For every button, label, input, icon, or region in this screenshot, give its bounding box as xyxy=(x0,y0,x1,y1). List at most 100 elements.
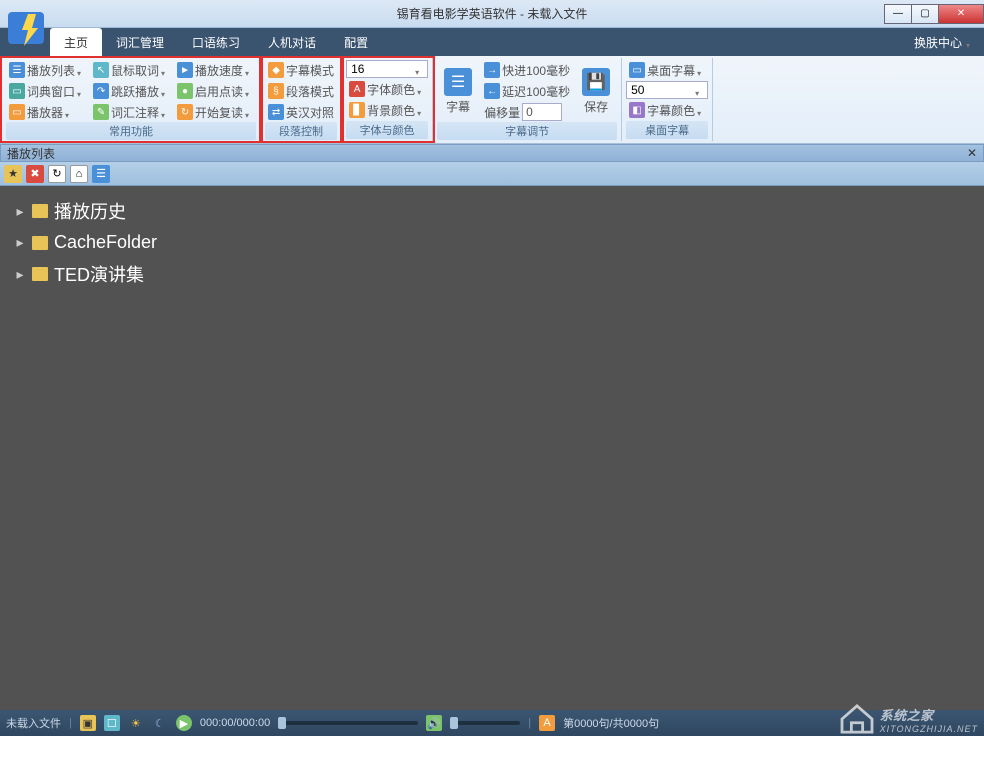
font-size-select[interactable]: 16 xyxy=(346,60,428,78)
play-icon[interactable]: ▶ xyxy=(176,715,192,731)
folder-icon xyxy=(32,267,48,281)
delay-100ms-button[interactable]: ←延迟100毫秒 xyxy=(481,81,573,101)
playlist-tree: ▸ 播放历史 ▸ CacheFolder ▸ TED演讲集 xyxy=(0,186,984,710)
playlist-toolbar: ★ ✖ ↻ ⌂ ☰ xyxy=(0,162,984,186)
menubar: 主页 词汇管理 口语练习 人机对话 配置 换肤中心 xyxy=(0,28,984,56)
status-file-text: 未载入文件 xyxy=(6,715,61,731)
speed-icon: ► xyxy=(177,62,193,78)
player-icon: ▭ xyxy=(9,104,25,120)
speed-button[interactable]: ►播放速度 xyxy=(174,60,256,80)
bg-color-button[interactable]: ▊背景颜色 xyxy=(346,100,428,120)
forward-icon: → xyxy=(484,62,500,78)
open-folder-icon[interactable]: ▣ xyxy=(80,715,96,731)
statusbar: 未载入文件 | ▣ ☐ ☀ ☾ ▶ 000:00/000:00 🔊 | A 第0… xyxy=(0,710,984,736)
pointer-icon: ● xyxy=(177,83,193,99)
panel-close-button[interactable]: ✕ xyxy=(967,146,977,160)
app-logo-icon xyxy=(6,8,46,48)
house-icon xyxy=(838,704,876,734)
maximize-button[interactable]: ▢ xyxy=(911,4,939,24)
refresh-icon[interactable]: ↻ xyxy=(48,165,66,183)
group-common-label: 常用功能 xyxy=(6,122,256,140)
note-icon: ✎ xyxy=(93,104,109,120)
click-read-button[interactable]: ●启用点读 xyxy=(174,81,256,101)
sentence-counter: 第0000句/共0000句 xyxy=(563,715,659,731)
expand-icon[interactable]: ▸ xyxy=(14,266,26,283)
chat-icon[interactable]: ☐ xyxy=(104,715,120,731)
volume-icon[interactable]: 🔊 xyxy=(426,715,442,731)
vocab-annot-button[interactable]: ✎词汇注释 xyxy=(90,102,172,122)
offset-row: 偏移量 0 xyxy=(481,102,573,122)
group-paragraph-label: 段落控制 xyxy=(265,122,337,140)
skip-icon: ↷ xyxy=(93,83,109,99)
book-icon: ▭ xyxy=(9,83,25,99)
tree-item-ted[interactable]: ▸ TED演讲集 xyxy=(14,257,970,291)
tab-speaking[interactable]: 口语练习 xyxy=(178,28,254,56)
playlist-button[interactable]: ☰播放列表 xyxy=(6,60,88,80)
repeat-read-button[interactable]: ↻开始复读 xyxy=(174,102,256,122)
mouse-word-button[interactable]: ↖鼠标取词 xyxy=(90,60,172,80)
home-icon[interactable]: ⌂ xyxy=(70,165,88,183)
player-button[interactable]: ▭播放器 xyxy=(6,102,88,122)
tree-item-cache[interactable]: ▸ CacheFolder xyxy=(14,228,970,257)
folder-icon xyxy=(32,204,48,218)
list-icon: ☰ xyxy=(9,62,25,78)
desktop-value-select[interactable]: 50 xyxy=(626,81,708,99)
offset-input[interactable]: 0 xyxy=(522,103,562,121)
new-icon[interactable]: ★ xyxy=(4,165,22,183)
folder-icon xyxy=(32,236,48,250)
tab-vocab[interactable]: 词汇管理 xyxy=(102,28,178,56)
tab-config[interactable]: 配置 xyxy=(330,28,382,56)
group-font-label: 字体与颜色 xyxy=(346,121,428,139)
subtitle-color-button[interactable]: ◧字幕颜色 xyxy=(626,100,708,120)
color-icon: ◧ xyxy=(629,102,645,118)
moon-icon[interactable]: ☾ xyxy=(152,715,168,731)
group-common: ☰播放列表 ▭词典窗口 ▭播放器 ↖鼠标取词 ↷跳跃播放 ✎词汇注释 ►播放速度… xyxy=(2,58,261,141)
offset-label: 偏移量 xyxy=(484,104,520,121)
ribbon: ☰播放列表 ▭词典窗口 ▭播放器 ↖鼠标取词 ↷跳跃播放 ✎词汇注释 ►播放速度… xyxy=(0,56,984,144)
group-subadj-label: 字幕调节 xyxy=(437,122,617,140)
sun-icon[interactable]: ☀ xyxy=(128,715,144,731)
compare-icon: ⇄ xyxy=(268,104,284,120)
desktop-subtitle-button[interactable]: ▭桌面字幕 xyxy=(626,60,708,80)
tree-label: CacheFolder xyxy=(54,232,157,253)
fill-icon: ▊ xyxy=(349,102,365,118)
group-font-color: 16 A字体颜色 ▊背景颜色 字体与颜色 xyxy=(342,58,433,141)
expand-icon[interactable]: ▸ xyxy=(14,203,26,220)
tree-item-history[interactable]: ▸ 播放历史 xyxy=(14,194,970,228)
skip-play-button[interactable]: ↷跳跃播放 xyxy=(90,81,172,101)
diamond-icon: ◆ xyxy=(268,62,284,78)
watermark: 系统之家 XITONGZHIJIA.NET xyxy=(838,704,978,734)
repeat-icon: ↻ xyxy=(177,104,193,120)
tree-label: TED演讲集 xyxy=(54,261,144,287)
cursor-icon: ↖ xyxy=(93,62,109,78)
text-color-icon: A xyxy=(349,81,365,97)
bilingual-button[interactable]: ⇄英汉对照 xyxy=(265,102,337,122)
subtitle-mode-button[interactable]: ◆字幕模式 xyxy=(265,60,337,80)
close-button[interactable]: ✕ xyxy=(938,4,984,24)
time-display: 000:00/000:00 xyxy=(200,717,270,729)
minimize-button[interactable]: — xyxy=(884,4,912,24)
subtitle-icon: ☰ xyxy=(444,68,472,96)
para-icon: § xyxy=(268,83,284,99)
font-color-button[interactable]: A字体颜色 xyxy=(346,79,428,99)
group-desktop-subtitle: ▭桌面字幕 50 ◧字幕颜色 桌面字幕 xyxy=(622,58,713,141)
playlist-panel-title: 播放列表 ✕ xyxy=(0,144,984,162)
monitor-icon: ▭ xyxy=(629,62,645,78)
paragraph-mode-button[interactable]: §段落模式 xyxy=(265,81,337,101)
expand-icon[interactable]: ▸ xyxy=(14,234,26,251)
tab-home[interactable]: 主页 xyxy=(50,28,102,56)
forward-100ms-button[interactable]: →快进100毫秒 xyxy=(481,60,573,80)
tab-dialog[interactable]: 人机对话 xyxy=(254,28,330,56)
subtitle-big-button[interactable]: ☰ 字幕 xyxy=(437,60,479,122)
list-view-icon[interactable]: ☰ xyxy=(92,165,110,183)
volume-slider[interactable] xyxy=(450,721,520,725)
titlebar: 锡育看电影学英语软件 - 未载入文件 — ▢ ✕ xyxy=(0,0,984,28)
progress-slider[interactable] xyxy=(278,721,418,725)
back-icon: ← xyxy=(484,83,500,99)
dictionary-button[interactable]: ▭词典窗口 xyxy=(6,81,88,101)
save-subtitle-button[interactable]: 💾 保存 xyxy=(575,60,617,122)
delete-icon[interactable]: ✖ xyxy=(26,165,44,183)
group-subtitle-adjust: ☰ 字幕 →快进100毫秒 ←延迟100毫秒 偏移量 0 💾 保存 字幕调节 xyxy=(433,58,622,141)
skin-center-button[interactable]: 换肤中心 xyxy=(904,28,984,56)
group-paragraph: ◆字幕模式 §段落模式 ⇄英汉对照 段落控制 xyxy=(261,58,342,141)
